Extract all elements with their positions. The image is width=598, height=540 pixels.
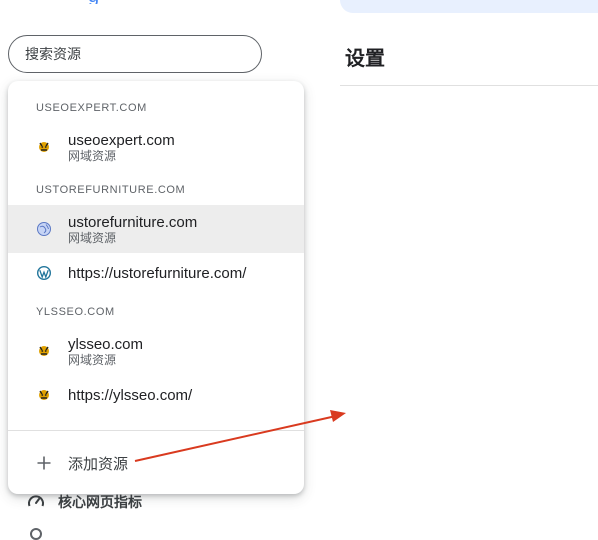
property-type: 网域资源: [68, 230, 117, 245]
nav-core-web-vitals-label: 核心网页指标: [58, 495, 142, 511]
property-item-ylsseo-url[interactable]: https://ylsseo.com/: [8, 375, 304, 415]
product-logo: g: [88, 0, 128, 4]
property-name: useoexpert.com: [68, 131, 175, 149]
tiger-favicon-icon: [39, 346, 49, 356]
property-item-ylsseo[interactable]: ylsseo.com 网域资源: [8, 327, 304, 375]
nav-core-web-vitals[interactable]: 核心网页指标: [26, 492, 142, 512]
property-item-ustorefurniture[interactable]: ustorefurniture.com 网域资源: [8, 205, 304, 253]
group-header-useoexpert: USEOEXPERT.COM: [36, 102, 147, 114]
header-divider: [340, 85, 598, 86]
property-name: ylsseo.com: [68, 335, 144, 353]
property-type: 网域资源: [68, 352, 117, 367]
page-title: 设置: [345, 46, 385, 70]
gauge-icon: [28, 495, 44, 507]
wordpress-icon: [37, 266, 51, 280]
property-type: 网域资源: [68, 148, 117, 163]
resource-search-input[interactable]: 搜索资源: [8, 35, 262, 73]
plus-icon: [37, 456, 51, 470]
property-item-useoexpert[interactable]: useoexpert.com 网域资源: [8, 123, 304, 171]
tiger-favicon-icon: [39, 390, 49, 400]
property-name: https://ylsseo.com/: [68, 386, 193, 404]
globe-icon: [37, 222, 51, 236]
top-banner-strip: [340, 0, 598, 13]
dropdown-divider: [8, 430, 304, 431]
search-placeholder: 搜索资源: [25, 46, 81, 62]
add-property-button[interactable]: 添加资源: [8, 443, 304, 483]
group-header-ylsseo: YLSSEO.COM: [36, 306, 115, 318]
tiger-favicon-icon: [39, 142, 49, 152]
add-property-label: 添加资源: [68, 455, 129, 473]
property-dropdown: USEOEXPERT.COM useoexpert.com 网域资源 USTOR…: [8, 81, 304, 494]
property-name: https://ustorefurniture.com/: [68, 264, 247, 282]
group-header-ustorefurniture: USTOREFURNITURE.COM: [36, 184, 186, 196]
property-item-ustorefurniture-url[interactable]: https://ustorefurniture.com/: [8, 253, 304, 293]
nav-next-icon: [30, 528, 42, 540]
property-name: ustorefurniture.com: [68, 213, 198, 231]
